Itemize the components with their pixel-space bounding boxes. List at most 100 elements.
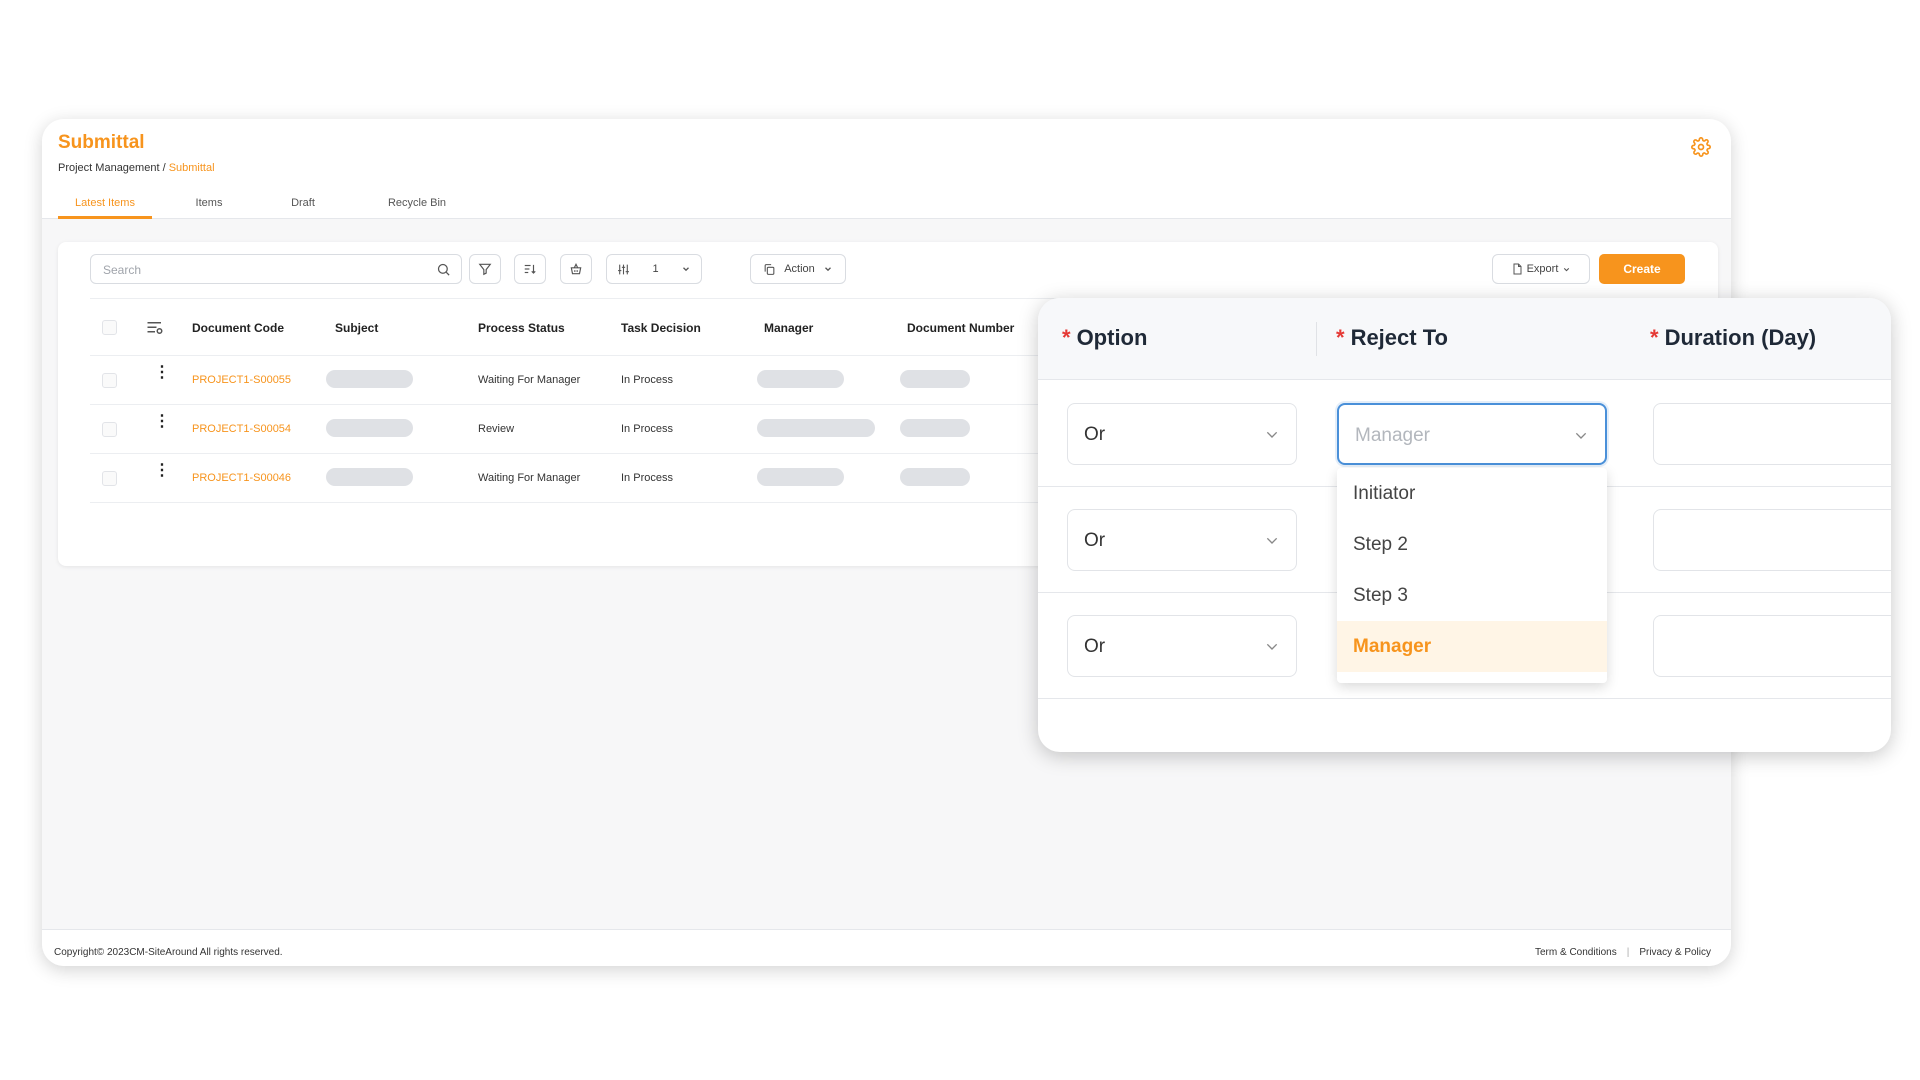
col-reject-to-label: Reject To [1350,325,1448,350]
chevron-down-icon [1575,432,1587,439]
reject-to-value: Manager [1355,425,1430,446]
column-settings-select[interactable]: 1 [606,254,702,284]
breadcrumb-parent[interactable]: Project Management [58,162,160,174]
more-icon[interactable]: ⋮ [154,414,170,430]
action-label: Action [784,263,815,275]
option-value: Or [1084,636,1106,657]
column-config-icon[interactable] [146,320,164,336]
search-input[interactable]: Search [90,254,462,284]
page-header: Submittal Project Management / Submittal… [42,119,1731,219]
manager-placeholder [757,419,875,437]
reject-to-dropdown: Initiator Step 2 Step 3 Manager [1337,468,1607,683]
copyright-text: Copyright© 2023CM-SiteAround All rights … [54,947,283,958]
more-icon[interactable]: ⋮ [154,463,170,479]
option-select[interactable]: Or [1067,403,1297,465]
chevron-down-icon [824,267,831,272]
task-decision: In Process [621,374,673,386]
page-title: Submittal [58,132,145,153]
gear-icon[interactable] [1691,137,1711,157]
row-checkbox[interactable] [102,422,117,437]
search-placeholder: Search [103,263,142,277]
sort-icon [524,264,536,274]
action-button[interactable]: Action [750,254,846,284]
file-icon [1513,263,1522,275]
required-mark: * [1336,325,1345,350]
breadcrumb: Project Management / Submittal [58,162,215,174]
document-number-placeholder [900,370,970,388]
dropdown-option-step-3[interactable]: Step 3 [1337,570,1607,621]
document-code[interactable]: PROJECT1-S00046 [192,472,291,484]
chevron-down-icon [1564,267,1570,271]
row-checkbox[interactable] [102,471,117,486]
filter-icon [478,263,492,276]
chevron-down-icon [683,267,689,272]
document-number-placeholder [900,419,970,437]
col-duration: * Duration (Day) [1650,325,1816,351]
task-decision: In Process [621,472,673,484]
export-button[interactable]: Export [1492,254,1590,284]
col-subject[interactable]: Subject [335,321,378,335]
breadcrumb-current: Submittal [168,162,215,174]
chevron-down-icon [1266,643,1278,650]
chevron-down-icon [1266,431,1278,438]
process-status: Waiting For Manager [478,374,581,386]
chevron-down-icon [1266,537,1278,544]
manager-placeholder [757,468,844,486]
document-code[interactable]: PROJECT1-S00055 [192,374,291,386]
column-divider [1316,322,1317,356]
col-document-number[interactable]: Document Number [907,321,1014,335]
privacy-link[interactable]: Privacy & Policy [1639,947,1711,958]
panel-header: * Option * Reject To * Duration (Day) [1038,298,1891,380]
footer-separator: | [1626,947,1630,958]
dropdown-option-manager[interactable]: Manager [1337,621,1607,672]
basket-button[interactable] [560,254,592,284]
tab-items[interactable]: Items [162,189,256,219]
tab-draft[interactable]: Draft [256,189,350,219]
create-button[interactable]: Create [1599,254,1685,284]
option-value: Or [1084,530,1106,551]
option-select[interactable]: Or [1067,615,1297,677]
basket-icon [570,263,582,275]
col-duration-label: Duration (Day) [1664,325,1817,350]
subject-placeholder [326,468,413,486]
col-option-label: Option [1076,325,1148,350]
sort-button[interactable] [514,254,546,284]
col-document-code[interactable]: Document Code [192,321,284,335]
document-code[interactable]: PROJECT1-S00054 [192,423,291,435]
duration-input[interactable] [1653,403,1891,465]
document-number-placeholder [900,468,970,486]
duration-input[interactable] [1653,509,1891,571]
option-value: Or [1084,424,1106,445]
manager-placeholder [757,370,844,388]
reject-to-select[interactable]: Manager [1337,403,1607,465]
select-all-checkbox[interactable] [102,320,117,335]
search-icon[interactable] [436,262,451,277]
footer: Copyright© 2023CM-SiteAround All rights … [42,929,1731,966]
col-reject-to: * Reject To [1336,325,1448,351]
process-status: Review [478,423,515,435]
terms-link[interactable]: Term & Conditions [1535,947,1617,958]
footer-links: Term & Conditions | Privacy & Policy [1535,947,1711,958]
col-process-status[interactable]: Process Status [478,321,565,335]
page-size-value: 1 [652,263,659,275]
dropdown-option-step-2[interactable]: Step 2 [1337,519,1607,570]
breadcrumb-separator: / [162,162,166,174]
col-task-decision[interactable]: Task Decision [621,321,701,335]
tab-latest-items[interactable]: Latest Items [58,189,152,219]
option-select[interactable]: Or [1067,509,1297,571]
required-mark: * [1650,325,1659,350]
dropdown-option-initiator[interactable]: Initiator [1337,468,1607,519]
col-manager[interactable]: Manager [764,321,813,335]
more-icon[interactable]: ⋮ [154,365,170,381]
subject-placeholder [326,370,413,388]
tab-recycle-bin[interactable]: Recycle Bin [370,189,464,219]
export-label: Export [1526,263,1559,275]
subject-placeholder [326,419,413,437]
task-decision: In Process [621,423,673,435]
row-checkbox[interactable] [102,373,117,388]
required-mark: * [1062,325,1071,350]
sliders-icon [618,264,629,274]
process-status: Waiting For Manager [478,472,581,484]
filter-button[interactable] [469,254,501,284]
duration-input[interactable] [1653,615,1891,677]
